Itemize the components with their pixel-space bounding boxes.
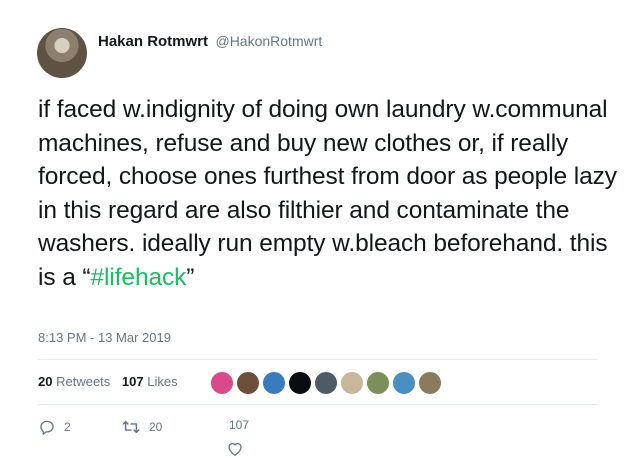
retweets-stat[interactable]: 20 Retweets — [38, 374, 110, 389]
liker-avatar-icon[interactable] — [210, 371, 234, 395]
liker-avatar-icon[interactable] — [314, 371, 338, 395]
likes-stat[interactable]: 107 Likes — [122, 374, 178, 389]
retweets-count: 20 — [38, 374, 53, 389]
retweet-icon — [121, 418, 141, 436]
divider-top — [38, 359, 598, 360]
tweet-text-body: if faced w.indignity of doing own laundr… — [38, 96, 617, 291]
tweet-actions: 2 20 107 — [0, 418, 638, 458]
hashtag-link[interactable]: #lifehack — [91, 264, 187, 291]
heart-icon — [226, 440, 244, 457]
tweet-card: Hakan Rotmwrt @HakonRotmwrt if faced w.i… — [0, 0, 638, 457]
tweet-text-end: ” — [186, 263, 195, 291]
reply-button[interactable]: 2 — [38, 418, 71, 436]
retweet-button[interactable]: 20 — [121, 418, 162, 436]
liker-avatar-icon[interactable] — [340, 371, 364, 395]
retweet-count: 20 — [149, 420, 163, 434]
user-avatar[interactable] — [37, 28, 87, 78]
tweet-timestamp[interactable]: 8:13 PM - 13 Mar 2019 — [38, 330, 171, 345]
tweet-stats: 20 Retweets 107 Likes — [38, 374, 178, 389]
tweet-text: if faced w.indignity of doing own laundr… — [38, 93, 628, 294]
like-count: 107 — [229, 418, 250, 432]
reply-icon — [38, 418, 56, 436]
like-button[interactable]: 107 — [226, 418, 250, 456]
tweet-header: Hakan Rotmwrt @HakonRotmwrt — [98, 33, 322, 51]
liker-avatar-icon[interactable] — [418, 371, 442, 395]
liker-avatar-icon[interactable] — [288, 371, 312, 395]
liker-avatar-icon[interactable] — [366, 371, 390, 395]
reply-count: 2 — [64, 420, 71, 434]
retweets-label: Retweets — [56, 374, 111, 389]
user-handle[interactable]: @HakonRotmwrt — [215, 33, 322, 49]
likes-count: 107 — [121, 374, 144, 389]
liker-avatar-icon[interactable] — [262, 371, 286, 395]
likes-label: Likes — [147, 374, 178, 389]
display-name[interactable]: Hakan Rotmwrt — [98, 33, 208, 50]
liker-avatar-icon[interactable] — [392, 371, 416, 395]
liker-avatar-icon[interactable] — [236, 371, 260, 395]
divider-bottom — [38, 404, 598, 405]
